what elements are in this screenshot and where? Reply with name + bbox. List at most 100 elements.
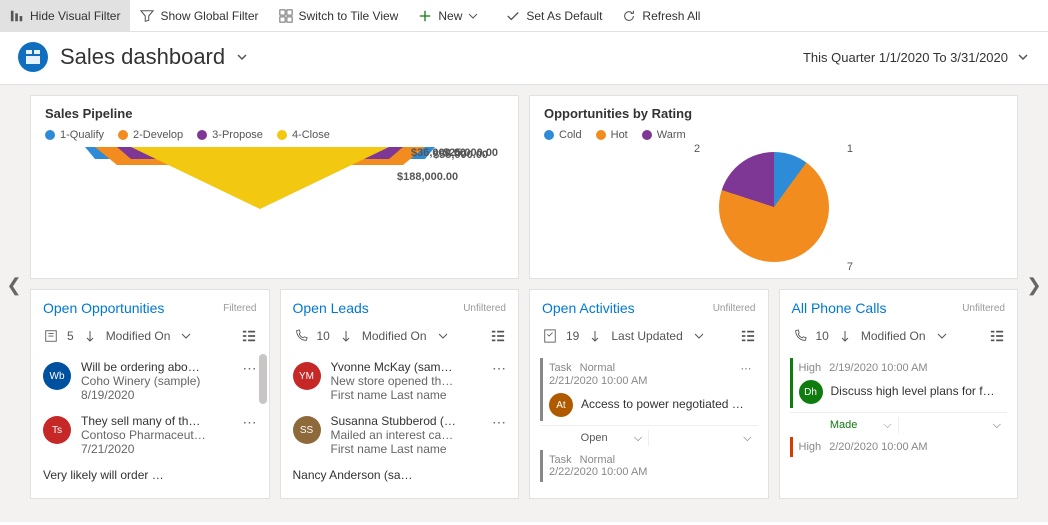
label: Hide Visual Filter (30, 9, 120, 23)
command-bar: Hide Visual Filter Show Global Filter Sw… (0, 0, 1048, 32)
date-range-chevron[interactable] (1016, 50, 1030, 64)
open-leads-card: Open Leads Unfiltered 10 Modified On YM … (280, 289, 520, 499)
plus-icon (418, 9, 432, 23)
label: Show Global Filter (160, 9, 258, 23)
label: Refresh All (642, 9, 700, 23)
more-actions-icon[interactable]: ⋯ (492, 414, 506, 431)
chevron-down-icon[interactable] (178, 328, 194, 344)
chevron-down-icon (466, 9, 480, 23)
page-title: Sales dashboard (60, 44, 225, 70)
card-title: All Phone Calls (792, 300, 963, 316)
carousel-left-arrow[interactable]: ❮ (4, 265, 24, 305)
record-count: 5 (67, 329, 74, 343)
phone-icon[interactable] (792, 328, 808, 344)
dashboard-selector-chevron[interactable] (235, 50, 249, 64)
record-count: 10 (816, 329, 829, 343)
checklist-icon[interactable] (542, 328, 558, 344)
sort-direction-icon[interactable] (587, 328, 603, 344)
status-secondary[interactable]: ⌵ (649, 430, 757, 446)
avatar: Dh (799, 380, 823, 404)
sort-field[interactable]: Modified On (362, 329, 427, 343)
record-count: 19 (566, 329, 579, 343)
pie-chart-body (719, 152, 829, 262)
status-secondary[interactable]: ⌵ (899, 417, 1007, 433)
open-opportunities-card: Open Opportunities Filtered 5 Modified O… (30, 289, 270, 499)
avatar: Ts (43, 416, 71, 444)
activity-item[interactable]: Task Normal 2/22/2020 10:00 AM (540, 450, 758, 482)
opportunities-by-rating-chart[interactable]: Opportunities by Rating Cold Hot Warm 1 … (529, 95, 1018, 279)
more-actions-icon[interactable]: ⋯ (492, 360, 506, 377)
set-default-button[interactable]: Set As Default (496, 0, 612, 31)
list-item[interactable]: SS Susanna Stubberod (… Mailed an intere… (281, 408, 519, 462)
card-title: Open Leads (293, 300, 464, 316)
label: Set As Default (526, 9, 602, 23)
date-range-label: This Quarter 1/1/2020 To 3/31/2020 (803, 50, 1008, 65)
more-actions-icon[interactable]: ⋯ (243, 360, 257, 377)
activity-item[interactable]: High 2/20/2020 10:00 AM (790, 437, 1008, 457)
sort-field[interactable]: Modified On (861, 329, 926, 343)
list-item[interactable]: YM Yvonne McKay (sam… New store opened t… (281, 354, 519, 408)
chevron-down-icon[interactable] (691, 328, 707, 344)
label: Switch to Tile View (299, 9, 399, 23)
label: New (438, 9, 462, 23)
scrollbar[interactable] (259, 354, 267, 404)
switch-tile-view-button[interactable]: Switch to Tile View (269, 0, 409, 31)
entity-icon[interactable] (43, 328, 59, 344)
record-count: 10 (317, 329, 330, 343)
filter-status: Unfiltered (713, 303, 756, 314)
status-dropdown[interactable]: Made ⌵ (790, 417, 899, 433)
open-activities-card: Open Activities Unfiltered 19 Last Updat… (529, 289, 769, 499)
show-global-filter-button[interactable]: Show Global Filter (130, 0, 268, 31)
more-actions-icon[interactable]: ⋯ (741, 362, 752, 375)
funnel-icon (140, 9, 154, 23)
refresh-all-button[interactable]: Refresh All (612, 0, 710, 31)
sort-direction-icon[interactable] (82, 328, 98, 344)
filter-bars-icon (10, 9, 24, 23)
avatar: At (549, 393, 573, 417)
chart-title: Sales Pipeline (45, 106, 504, 121)
all-phone-calls-card: All Phone Calls Unfiltered 10 Modified O… (779, 289, 1019, 499)
view-options-icon[interactable] (490, 328, 506, 344)
activity-item[interactable]: Task Normal ⋯ 2/21/2020 10:00 AM At Acce… (540, 358, 758, 421)
chart-legend: Cold Hot Warm (544, 129, 1003, 141)
chart-title: Opportunities by Rating (544, 106, 1003, 121)
view-options-icon[interactable] (989, 328, 1005, 344)
sort-direction-icon[interactable] (837, 328, 853, 344)
chart-legend: 1-Qualify 2-Develop 3-Propose 4-Close (45, 129, 504, 141)
status-dropdown[interactable]: Open ⌵ (540, 430, 649, 446)
view-options-icon[interactable] (241, 328, 257, 344)
view-options-icon[interactable] (740, 328, 756, 344)
refresh-icon (622, 9, 636, 23)
filter-status: Unfiltered (463, 303, 506, 314)
list-item[interactable]: Nancy Anderson (sa… (281, 462, 519, 488)
pie-slice-label: 2 (694, 143, 700, 155)
avatar: Wb (43, 362, 71, 390)
chevron-down-icon[interactable] (435, 328, 451, 344)
dashboard-icon (18, 42, 48, 72)
sort-field[interactable]: Last Updated (611, 329, 682, 343)
funnel-chart-body: $25,000.00 $55,000.00 $36,000.00 $188,00… (45, 147, 504, 257)
list-item[interactable]: Ts They sell many of th… Contoso Pharmac… (31, 408, 269, 462)
list-item[interactable]: Wb Will be ordering abo… Coho Winery (sa… (31, 354, 269, 408)
filter-status: Unfiltered (962, 303, 1005, 314)
sort-field[interactable]: Modified On (106, 329, 171, 343)
checkmark-icon (506, 9, 520, 23)
filter-status: Filtered (223, 303, 256, 314)
avatar: YM (293, 362, 321, 390)
chevron-down-icon[interactable] (934, 328, 950, 344)
list-item[interactable]: Very likely will order … (31, 462, 269, 488)
sales-pipeline-chart[interactable]: Sales Pipeline 1-Qualify 2-Develop 3-Pro… (30, 95, 519, 279)
page-header: Sales dashboard This Quarter 1/1/2020 To… (0, 32, 1048, 85)
phone-icon[interactable] (293, 328, 309, 344)
card-title: Open Opportunities (43, 300, 223, 316)
more-actions-icon[interactable]: ⋯ (243, 414, 257, 431)
activity-item[interactable]: High 2/19/2020 10:00 AM Dh Discuss high … (790, 358, 1008, 408)
new-button[interactable]: New (408, 0, 496, 31)
pie-slice-label: 1 (847, 143, 853, 155)
sort-direction-icon[interactable] (338, 328, 354, 344)
dashboard-content: ❮ ❯ Sales Pipeline 1-Qualify 2-Develop 3… (0, 85, 1048, 522)
carousel-right-arrow[interactable]: ❯ (1024, 265, 1044, 305)
hide-visual-filter-button[interactable]: Hide Visual Filter (0, 0, 130, 31)
avatar: SS (293, 416, 321, 444)
card-title: Open Activities (542, 300, 713, 316)
